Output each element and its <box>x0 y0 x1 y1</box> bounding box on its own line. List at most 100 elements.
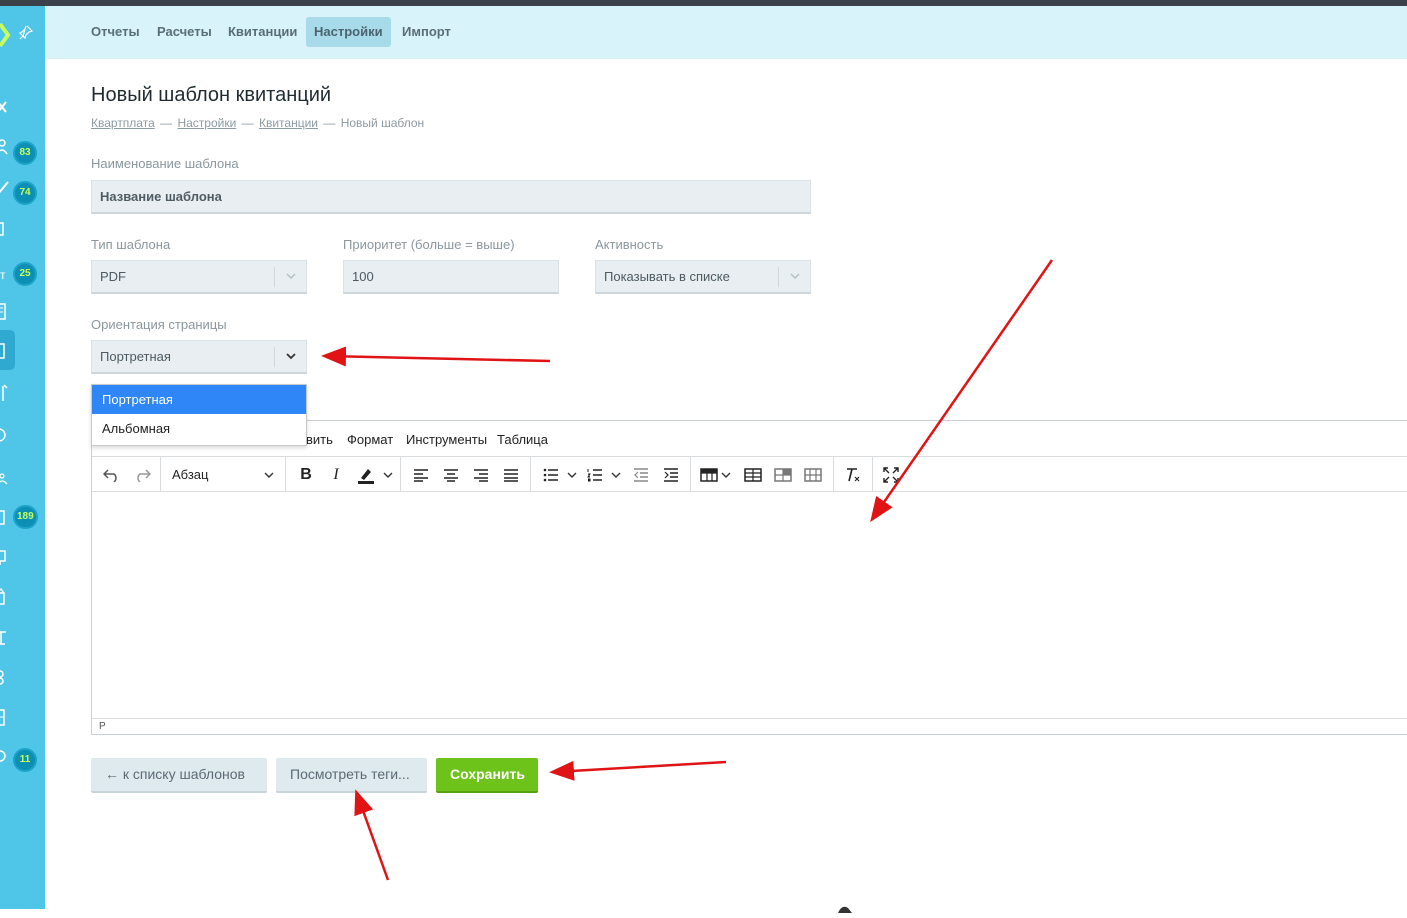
edit-icon[interactable] <box>0 178 10 196</box>
view-tags-button[interactable]: Посмотреть теги... <box>276 758 427 793</box>
bold-icon[interactable]: B <box>295 461 317 489</box>
template-type-select[interactable]: PDF <box>91 260 307 294</box>
redo-icon[interactable] <box>130 461 154 489</box>
building-icon[interactable] <box>0 302 10 320</box>
toolbar-separator <box>690 457 691 492</box>
list-icon[interactable] <box>0 708 10 726</box>
priority-label: Приоритет (больше = выше) <box>343 237 515 252</box>
register-icon[interactable] <box>0 548 10 566</box>
calendar-icon[interactable] <box>0 508 10 526</box>
arrow-to-orientation <box>321 346 551 367</box>
chevron-down-icon[interactable] <box>566 461 578 489</box>
bullet-list-icon[interactable] <box>540 461 562 489</box>
badge: 83 <box>13 141 37 165</box>
orientation-label: Ориентация страницы <box>91 317 227 332</box>
tab-calculations[interactable]: Расчеты <box>149 17 220 47</box>
chevron-down-icon[interactable] <box>610 461 622 489</box>
scales-icon[interactable] <box>0 628 10 646</box>
sidebar-label: т <box>0 268 6 282</box>
receipt-icon[interactable] <box>0 342 10 360</box>
rich-text-editor: вить Формат Инструменты Таблица Абзац B … <box>91 420 1407 735</box>
activity-select[interactable]: Показывать в списке <box>595 260 811 294</box>
activity-value: Показывать в списке <box>604 269 730 284</box>
badge: 11 <box>13 748 37 772</box>
breadcrumb-separator: — <box>241 116 254 130</box>
breadcrumb: Квартплата — Настройки — Квитанции — Нов… <box>91 116 424 130</box>
arrow-to-save <box>549 760 727 781</box>
badge: 25 <box>13 262 37 286</box>
tab-import[interactable]: Импорт <box>394 17 459 47</box>
clear-format-icon[interactable] <box>842 461 864 489</box>
block-format-select[interactable]: Абзац <box>172 467 208 482</box>
orientation-select[interactable]: Портретная <box>91 340 307 374</box>
outdent-icon[interactable] <box>630 461 652 489</box>
back-to-list-button[interactable]: ← к списку шаблонов <box>91 758 267 793</box>
toolbar-separator <box>400 457 401 492</box>
highlight-icon[interactable] <box>355 461 377 489</box>
table-column-icon[interactable] <box>802 461 824 489</box>
people-icon[interactable] <box>0 138 10 156</box>
fullscreen-icon[interactable] <box>880 461 902 489</box>
chevron-down-icon <box>274 267 306 287</box>
align-center-icon[interactable] <box>440 461 462 489</box>
sidebar: 83 74 т 25 189 11 <box>0 6 45 909</box>
breadcrumb-separator: — <box>160 116 173 130</box>
breadcrumb-link-receipts[interactable]: Квитанции <box>259 116 318 130</box>
toolbar-separator <box>833 457 834 492</box>
table-cell-icon[interactable] <box>772 461 794 489</box>
toolbar-separator <box>872 457 873 492</box>
menu-table[interactable]: Таблица <box>497 432 548 447</box>
breadcrumb-current: Новый шаблон <box>340 116 425 130</box>
breadcrumb-separator: — <box>323 116 336 130</box>
priority-input[interactable]: 100 <box>343 260 559 294</box>
document-icon[interactable] <box>0 220 10 238</box>
template-type-value: PDF <box>100 269 126 284</box>
chevron-down-icon[interactable] <box>262 461 276 489</box>
breadcrumb-link-settings[interactable]: Настройки <box>177 116 236 130</box>
pin-icon[interactable] <box>18 24 34 40</box>
menu-tools[interactable]: Инструменты <box>406 432 487 447</box>
activity-label: Активность <box>595 237 664 252</box>
align-right-icon[interactable] <box>470 461 492 489</box>
numbered-list-icon[interactable] <box>584 461 606 489</box>
chart-icon[interactable] <box>0 384 10 402</box>
template-type-label: Тип шаблона <box>91 237 171 252</box>
template-name-label: Наименование шаблона <box>91 156 239 171</box>
indent-icon[interactable] <box>660 461 682 489</box>
house-icon[interactable] <box>0 588 10 606</box>
clock-icon[interactable] <box>0 426 10 444</box>
badge: 74 <box>13 181 37 205</box>
orientation-option-landscape[interactable]: Альбомная <box>92 414 306 443</box>
mouse-cursor-icon <box>836 900 854 913</box>
toolbar-separator <box>285 457 286 492</box>
badge: 189 <box>13 505 38 529</box>
align-left-icon[interactable] <box>410 461 432 489</box>
breadcrumb-link-kvartplata[interactable]: Квартплата <box>91 116 155 130</box>
align-justify-icon[interactable] <box>500 461 522 489</box>
chevron-down-icon <box>778 267 810 287</box>
menu-insert[interactable]: вить <box>306 432 333 447</box>
undo-icon[interactable] <box>100 461 124 489</box>
orientation-dropdown: Портретная Альбомная <box>91 384 307 446</box>
table-row-icon[interactable] <box>742 461 764 489</box>
tab-receipts[interactable]: Квитанции <box>220 17 305 47</box>
group-icon[interactable] <box>0 468 10 486</box>
tab-reports[interactable]: Отчеты <box>83 17 148 47</box>
close-icon[interactable] <box>0 98 10 116</box>
chevron-down-icon[interactable] <box>720 461 732 489</box>
logo-icon[interactable] <box>0 20 12 50</box>
chevron-down-icon[interactable] <box>382 461 394 489</box>
orientation-option-portrait[interactable]: Портретная <box>92 385 306 414</box>
chat-icon[interactable] <box>0 748 10 766</box>
template-name-input[interactable]: Название шаблона <box>91 180 811 214</box>
tab-settings[interactable]: Настройки <box>306 17 391 47</box>
editor-toolbar: Абзац B I <box>92 456 1407 492</box>
italic-icon[interactable]: I <box>325 461 347 489</box>
link-icon[interactable] <box>0 668 10 686</box>
table-icon[interactable] <box>698 461 720 489</box>
orientation-value: Портретная <box>100 349 171 364</box>
menu-format[interactable]: Формат <box>347 432 393 447</box>
save-button[interactable]: Сохранить <box>436 758 538 793</box>
chevron-down-icon <box>274 347 306 367</box>
toolbar-separator <box>530 457 531 492</box>
